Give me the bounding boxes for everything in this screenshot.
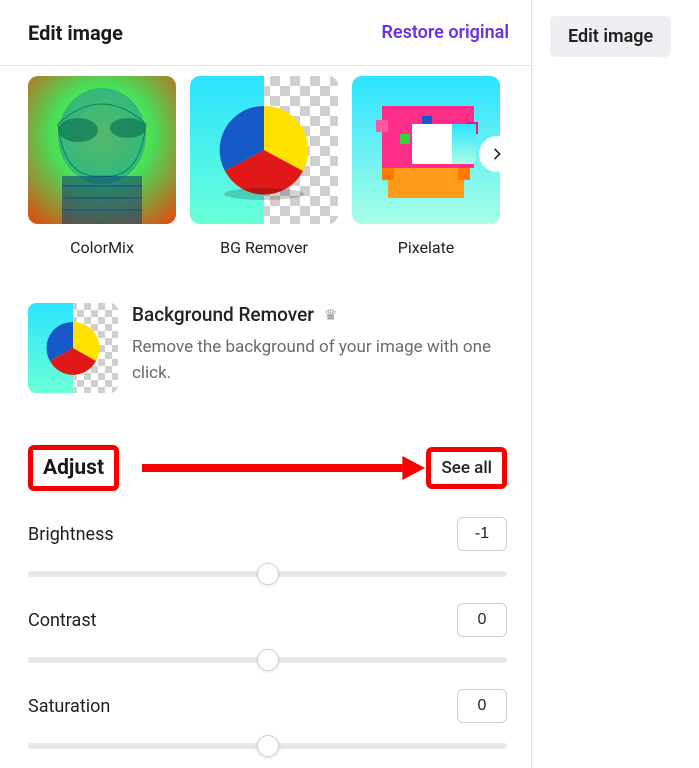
slider-thumb-contrast[interactable] [257, 649, 279, 671]
slider-label-contrast: Contrast [28, 610, 97, 631]
background-remover-desc: Remove the background of your image with… [132, 334, 507, 387]
background-remover-thumb [28, 303, 118, 393]
slider-value-brightness[interactable] [457, 517, 507, 551]
slider-thumb-brightness[interactable] [257, 563, 279, 585]
effect-colormix-thumb [28, 76, 176, 224]
effects-next-button[interactable] [479, 136, 515, 172]
slider-label-saturation: Saturation [28, 696, 110, 717]
effect-bg-remover[interactable]: BG Remover [190, 76, 338, 257]
right-topbar: Edit image [532, 0, 671, 768]
restore-original-button[interactable]: Restore original [381, 22, 509, 43]
annotation-arrow [142, 456, 425, 480]
effect-colormix[interactable]: ColorMix [28, 76, 176, 257]
edit-image-button[interactable]: Edit image [550, 16, 671, 57]
effects-row: ColorMix [28, 76, 507, 257]
slider-value-saturation[interactable] [457, 689, 507, 723]
edit-image-panel: Edit image Restore original [0, 0, 532, 768]
effect-pixelate-thumb [352, 76, 500, 224]
effect-pixelate[interactable]: Pixelate [352, 76, 500, 257]
slider-thumb-saturation[interactable] [257, 735, 279, 757]
chevron-right-icon [489, 146, 505, 162]
background-remover-title: Background Remover [132, 303, 314, 326]
effect-colormix-label: ColorMix [70, 238, 134, 257]
annotation-adjust-box: Adjust [28, 445, 119, 491]
slider-track-contrast[interactable] [28, 657, 507, 663]
slider-track-brightness[interactable] [28, 571, 507, 577]
slider-label-brightness: Brightness [28, 524, 114, 545]
adjust-title: Adjust [43, 456, 104, 480]
background-remover-feature[interactable]: Background Remover ♛ Remove the backgrou… [28, 303, 507, 393]
effect-bg-remover-label: BG Remover [220, 238, 308, 257]
effect-pixelate-label: Pixelate [398, 238, 455, 257]
see-all-button[interactable]: See all [441, 458, 492, 478]
slider-value-contrast[interactable] [457, 603, 507, 637]
annotation-see-all-box: See all [426, 447, 507, 489]
adjust-header: Adjust See all [28, 445, 507, 491]
panel-title: Edit image [28, 21, 123, 45]
crown-icon: ♛ [324, 306, 337, 324]
panel-header: Edit image Restore original [0, 0, 531, 66]
effect-bg-remover-thumb [190, 76, 338, 224]
panel-scroll[interactable]: ColorMix [0, 66, 519, 768]
slider-track-saturation[interactable] [28, 743, 507, 749]
